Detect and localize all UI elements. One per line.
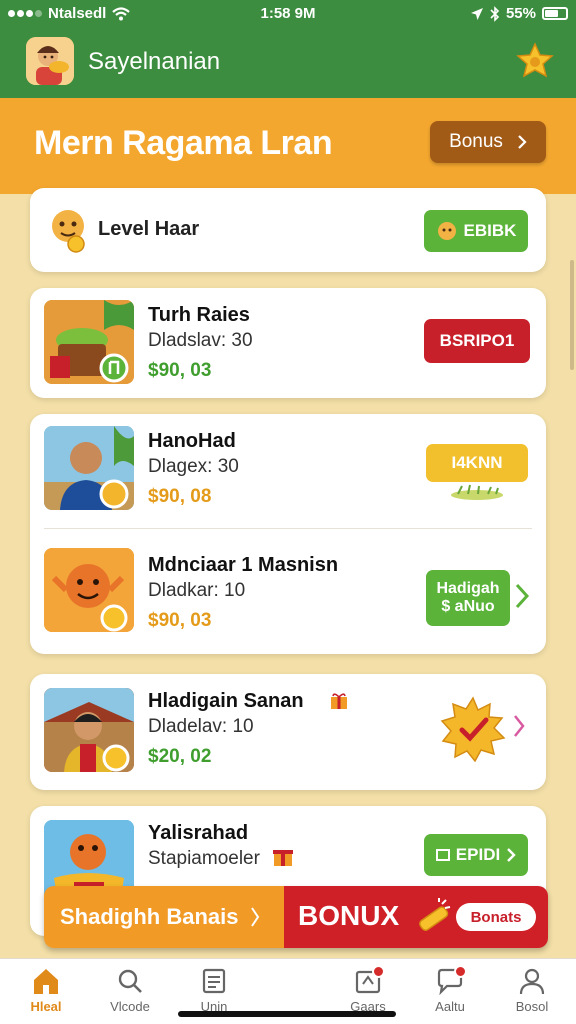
promo-pill-button[interactable]: Bonats [456,903,536,931]
mascot-icon [52,210,85,253]
level-card: Level Haar EBIBK [30,188,546,272]
app-header: Sayelnanian [0,30,576,98]
nav-item-documents[interactable]: Unin [174,967,254,1014]
food-basket-icon [44,300,134,384]
item-action-button[interactable]: BSRIPO1 [424,319,530,363]
promo-banner[interactable]: Shadighh Banais BONUX Bonats [44,886,548,948]
item-subtitle: Dladslav: 30 [148,330,253,351]
nav-item-inbox[interactable]: Gaars [328,965,408,1014]
man-avatar-icon [44,426,134,510]
chevron-right-icon [518,135,527,149]
firecracker-icon [419,898,451,931]
item-action-sublabel: $ aNuo [441,598,495,615]
item-subtitle: Dlagex: 30 [148,456,239,477]
chevron-right-icon[interactable] [512,712,526,740]
item-title: Yalisrahad [148,822,249,844]
nav-label: Hleal [30,999,62,1014]
list-item[interactable]: Hladigain Sanan Dladelav: 10 $20, 02 [30,674,546,790]
gift-box-icon [273,850,293,866]
scrollbar[interactable] [570,260,574,370]
chef-avatar-icon[interactable] [26,37,74,85]
nav-label: Aaltu [435,999,465,1014]
item-action-label: EPIDI [455,845,501,864]
hero-banner: Mern Ragama Lran Bonus [0,98,576,194]
list-item[interactable]: Turh Raies Dladslav: 30 $90, 03 BSRIPO1 [30,288,546,398]
app-title: Sayelnanian [88,48,221,75]
level-action-button[interactable]: EBIBK [424,210,528,252]
bonus-button-label: Bonus [449,131,503,152]
item-group-card: HanoHad Dlagex: 30 $90, 08 I4KNN Mdnciaa… [30,414,546,654]
item-price: $90, 08 [148,486,212,507]
item-action-button[interactable]: EPIDI [424,834,528,876]
nav-item-search[interactable]: Vlcode [90,967,170,1014]
item-subtitle: Dladelav: 10 [148,716,254,737]
item-title: Turh Raies [148,304,250,326]
gift-icon [331,693,347,709]
hero-title: Mern Ragama Lran [34,124,333,162]
nav-label: Bosol [515,999,549,1014]
bluetooth-icon [490,5,500,22]
item-action-label: I4KNN [451,453,503,472]
item-action-label: BSRIPO1 [439,331,515,350]
status-bar: Ntalsedl 1:58 9M 55% [0,0,576,30]
nav-item-chat[interactable]: Aaltu [410,965,490,1014]
bonus-button[interactable]: Bonus [430,121,546,163]
item-price: $90, 03 [148,610,212,631]
star-burst-icon[interactable] [440,696,506,762]
chevron-right-icon [251,907,260,927]
item-subtitle: Stapiamoeler [148,848,260,869]
search-icon [118,969,142,993]
promo-banner-right[interactable]: BONUX Bonats [284,886,548,948]
item-title: HanoHad [148,430,236,452]
star-badge-icon[interactable] [516,42,554,80]
promo-banner-left[interactable]: Shadighh Banais [44,886,284,948]
notification-dot [372,965,385,978]
promo-main-label: BONUX [298,900,400,931]
promo-left-label: Shadighh Banais [60,904,239,929]
nav-item-home[interactable]: Hleal [6,967,86,1014]
profile-icon [519,968,545,995]
level-action-label: EBIBK [463,221,517,240]
chevron-right-icon [507,848,516,862]
item-title: Hladigain Sanan [148,690,304,712]
item-subtitle: Dladkar: 10 [148,580,246,601]
item-title: Mdnciaar 1 Masnisn [148,554,339,576]
battery-percent: 55% [505,5,536,22]
nav-item-profile[interactable]: Bosol [492,967,572,1014]
item-price: $20, 02 [148,746,212,767]
item-action-button[interactable]: I4KNN [426,444,528,482]
location-arrow-icon [470,7,483,20]
monster-icon [44,548,134,632]
battery-icon [542,7,568,20]
ticket-icon [435,849,450,861]
villager-icon [44,688,134,772]
item-action-button[interactable]: Hadigah $ aNuo [426,570,510,626]
promo-pill-label: Bonats [470,908,522,926]
notification-dot [454,965,467,978]
chevron-right-icon[interactable] [514,582,530,610]
divider [44,528,532,529]
nav-label: Vlcode [110,999,150,1014]
grass-decoration-icon [451,484,503,500]
item-action-label: Hadigah [436,579,500,597]
item-price: $90, 03 [148,360,212,381]
home-indicator[interactable] [178,1011,396,1017]
document-icon [202,968,226,994]
mascot-small-icon [437,222,456,240]
home-icon [34,969,58,994]
level-label: Level Haar [98,218,200,240]
